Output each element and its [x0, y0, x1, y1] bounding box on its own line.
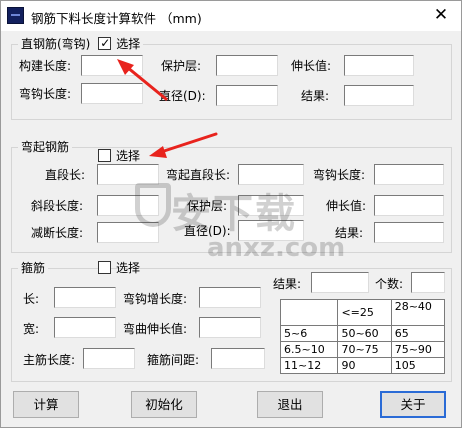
result-input-1[interactable]	[344, 85, 414, 106]
length-input[interactable]	[54, 287, 116, 308]
bent-rebar-checkbox[interactable]	[98, 149, 111, 162]
table-cell: 28~40	[390, 299, 446, 326]
app-icon	[7, 7, 24, 24]
cover-input-2[interactable]	[238, 195, 304, 216]
exit-button[interactable]: 退出	[257, 391, 323, 418]
hook-increase-label: 弯钩增长度:	[123, 292, 188, 306]
stirrup-checkbox[interactable]	[98, 261, 111, 274]
bend-extension-label: 弯曲伸长值:	[123, 322, 188, 336]
bent-rebar-title: 弯起钢筋	[21, 140, 70, 154]
main-bar-length-input[interactable]	[83, 348, 135, 369]
count-input[interactable]	[411, 272, 445, 293]
hook-length-input-2[interactable]	[374, 164, 444, 185]
table-cell: 5~6	[279, 325, 339, 342]
table-cell: 11~12	[279, 357, 339, 374]
oblique-length-label: 斜段长度:	[31, 199, 84, 213]
bent-rebar-select: 选择	[98, 148, 140, 164]
oblique-length-input[interactable]	[97, 195, 159, 216]
hook-length-label-1: 弯钩长度:	[19, 87, 72, 101]
straight-rebar-checkbox[interactable]	[98, 35, 112, 51]
diameter-label-1: 直径(D):	[159, 89, 206, 103]
component-length-input[interactable]	[81, 55, 143, 76]
extension-input-2[interactable]	[374, 195, 444, 216]
table-row: <=25 28~40	[279, 299, 446, 326]
bent-straight-length-input[interactable]	[238, 164, 304, 185]
result-label-1: 结果:	[301, 89, 330, 103]
table-cell: 105	[390, 357, 446, 374]
window-title: 钢筋下料长度计算软件 （mm)	[31, 11, 202, 26]
width-label: 宽:	[23, 322, 40, 336]
stirrup-spacing-input[interactable]	[211, 348, 265, 369]
hook-increase-input[interactable]	[199, 287, 261, 308]
cover-label-2: 保护层:	[187, 199, 228, 213]
stirrup-legend: 箍筋	[18, 260, 49, 276]
straight-length-label: 直段长:	[45, 168, 86, 182]
hook-length-label-2: 弯钩长度:	[313, 168, 366, 182]
table-cell: <=25	[337, 299, 392, 326]
result-label-2: 结果:	[335, 226, 364, 240]
table-cell: 90	[337, 357, 392, 374]
stirrup-spacing-label: 箍筋间距:	[147, 353, 200, 367]
initialize-button[interactable]: 初始化	[131, 391, 197, 418]
stirrup-title: 箍筋	[21, 261, 46, 275]
straight-rebar-title: 直钢筋(弯钩)	[21, 37, 91, 51]
hook-length-input-1[interactable]	[81, 83, 143, 104]
straight-rebar-select-label: 选择	[116, 37, 141, 51]
width-input[interactable]	[54, 317, 116, 338]
stirrup-result-label: 结果:	[273, 277, 302, 291]
bent-straight-length-label: 弯起直段长:	[166, 168, 231, 182]
main-bar-length-label: 主筋长度:	[23, 353, 76, 367]
cut-length-label: 减断长度:	[31, 226, 84, 240]
straight-rebar-legend: 直钢筋(弯钩) 选择	[18, 35, 144, 52]
table-cell: 50~60	[337, 325, 392, 342]
bent-rebar-select-label: 选择	[116, 149, 141, 163]
diameter-input-2[interactable]	[238, 220, 304, 241]
app-window: 钢筋下料长度计算软件 （mm) ✕ 直钢筋(弯钩) 选择 构建长度: 保护层: …	[0, 0, 462, 428]
result-input-2[interactable]	[374, 222, 444, 243]
extension-input-1[interactable]	[344, 55, 414, 76]
table-cell: 6.5~10	[279, 341, 339, 358]
table-cell: 75~90	[390, 341, 446, 358]
title-bar: 钢筋下料长度计算软件 （mm) ✕	[1, 1, 461, 31]
calculate-button[interactable]: 计算	[13, 391, 79, 418]
length-label: 长:	[23, 292, 40, 306]
table-cell: 70~75	[337, 341, 392, 358]
stirrup-result-input[interactable]	[311, 272, 369, 293]
cut-length-input[interactable]	[97, 222, 159, 243]
bent-rebar-legend: 弯起钢筋	[18, 139, 73, 155]
stirrup-select-label: 选择	[116, 261, 141, 275]
about-button[interactable]: 关于	[380, 391, 446, 418]
table-row: 5~6 50~60 65	[279, 325, 446, 342]
table-row: 11~12 90 105	[279, 357, 446, 374]
table-row: 6.5~10 70~75 75~90	[279, 341, 446, 358]
diameter-label-2: 直径(D):	[184, 224, 231, 238]
count-label: 个数:	[375, 277, 404, 291]
straight-length-input[interactable]	[97, 164, 159, 185]
extension-label-2: 伸长值:	[326, 199, 367, 213]
cover-label-1: 保护层:	[161, 59, 202, 73]
extension-label-1: 伸长值:	[291, 59, 332, 73]
table-cell: 65	[390, 325, 446, 342]
component-length-label: 构建长度:	[19, 59, 72, 73]
reference-table: <=25 28~40 5~6 50~60 65 6.5~10 70~75 75~…	[279, 299, 446, 374]
diameter-input-1[interactable]	[216, 85, 278, 106]
cover-input-1[interactable]	[216, 55, 278, 76]
close-icon[interactable]: ✕	[421, 1, 461, 31]
stirrup-select: 选择	[98, 260, 140, 276]
bend-extension-input[interactable]	[199, 317, 261, 338]
table-cell	[279, 299, 339, 326]
